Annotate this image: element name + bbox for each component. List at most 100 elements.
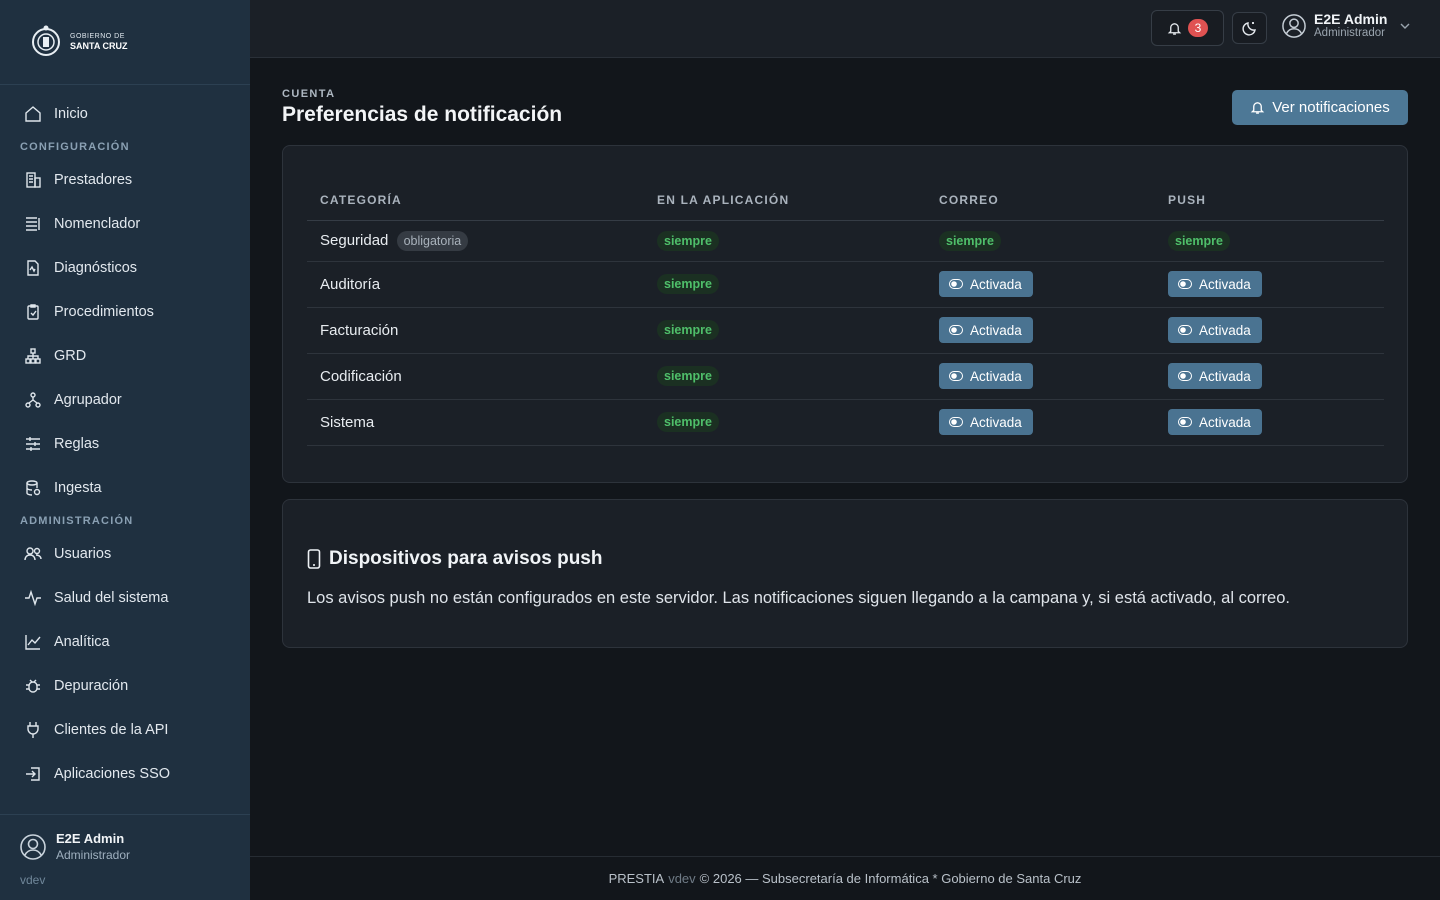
moon-icon	[1241, 22, 1256, 36]
toggle-on-icon	[1178, 417, 1192, 427]
push-cell: Activada	[1155, 353, 1384, 400]
sidebar-item-ingesta[interactable]: Ingesta	[0, 466, 250, 510]
always-badge: siempre	[657, 274, 719, 294]
chart-line-icon	[25, 635, 41, 650]
sidebar-item-inicio[interactable]: Inicio	[0, 92, 250, 136]
email-toggle[interactable]: Activada	[939, 271, 1033, 297]
home-icon	[25, 106, 41, 122]
user-avatar-icon	[1282, 14, 1306, 38]
brand-line2: SANTA CRUZ	[70, 41, 128, 51]
app-cell: siempre	[644, 220, 926, 262]
toggle-on-icon	[1178, 279, 1192, 289]
email-cell: siempre	[926, 220, 1155, 262]
sidebar-user[interactable]: E2E Admin Administrador	[20, 831, 130, 862]
notification-count-badge: 3	[1188, 19, 1208, 37]
sidebar-item-agrupador[interactable]: Agrupador	[0, 378, 250, 422]
section-configuracion: CONFIGURACIÓN	[20, 141, 130, 153]
push-devices-card: Dispositivos para avisos push Los avisos…	[282, 499, 1408, 648]
theme-toggle-button[interactable]	[1232, 12, 1267, 44]
push-devices-title: Dispositivos para avisos push	[307, 548, 602, 570]
notifications-button[interactable]: 3	[1151, 10, 1224, 46]
sidebar-item-label: Aplicaciones SSO	[54, 766, 171, 782]
always-badge: siempre	[657, 320, 719, 340]
file-pulse-icon	[27, 260, 39, 276]
toggle-label: Activada	[970, 368, 1022, 384]
push-toggle[interactable]: Activada	[1168, 409, 1262, 435]
push-cell: Activada	[1155, 399, 1384, 446]
sidebar-item-clientes-api[interactable]: Clientes de la API	[0, 708, 250, 752]
sidebar-user-name: E2E Admin	[56, 831, 125, 846]
sidebar-item-label: Reglas	[54, 436, 100, 452]
sidebar-item-diagnosticos[interactable]: Diagnósticos	[0, 246, 250, 290]
email-toggle[interactable]: Activada	[939, 317, 1033, 343]
always-badge: siempre	[1168, 230, 1230, 251]
col-header-app: EN LA APLICACIÓN	[644, 180, 926, 221]
sidebar-item-usuarios[interactable]: Usuarios	[0, 532, 250, 576]
col-header-categoria: CATEGORÍA	[307, 180, 644, 221]
category-cell: Facturación	[307, 307, 644, 354]
push-toggle[interactable]: Activada	[1168, 271, 1262, 297]
preferences-card: CATEGORÍA EN LA APLICACIÓN CORREO PUSH S…	[282, 145, 1408, 483]
user-menu[interactable]: E2E Admin Administrador	[1282, 11, 1411, 40]
toggle-label: Activada	[970, 414, 1022, 430]
push-cell: siempre	[1155, 220, 1384, 262]
sliders-icon	[26, 437, 40, 451]
table-row: Seguridad obligatoria siempre siempre si…	[307, 220, 1384, 262]
sidebar-item-label: GRD	[54, 348, 87, 364]
sidebar-item-label: Usuarios	[54, 546, 112, 562]
sidebar-item-procedimientos[interactable]: Procedimientos	[0, 290, 250, 334]
sidebar-item-label: Prestadores	[54, 172, 133, 188]
sidebar-item-label: Inicio	[54, 106, 88, 122]
footer-version: vdev	[668, 871, 696, 886]
push-toggle[interactable]: Activada	[1168, 363, 1262, 389]
toggle-on-icon	[949, 417, 963, 427]
footer-product: PRESTIA	[608, 871, 665, 886]
sidebar-item-label: Clientes de la API	[54, 722, 169, 738]
email-cell: Activada	[926, 353, 1155, 400]
push-cell: Activada	[1155, 261, 1384, 308]
sidebar-item-label: Nomenclador	[54, 216, 141, 232]
sidebar-item-label: Ingesta	[54, 480, 102, 496]
toggle-label: Activada	[970, 322, 1022, 338]
app-cell: siempre	[644, 399, 926, 446]
sidebar-item-depuracion[interactable]: Depuración	[0, 664, 250, 708]
toggle-label: Activada	[970, 276, 1022, 292]
category-cell: Codificación	[307, 353, 644, 400]
category-name: Sistema	[320, 413, 375, 431]
sidebar: GOBIERNO DE SANTA CRUZ Inicio CONFIGURAC…	[0, 0, 250, 900]
category-name: Codificación	[320, 367, 402, 385]
mandatory-badge: obligatoria	[396, 230, 469, 251]
push-toggle[interactable]: Activada	[1168, 317, 1262, 343]
app-cell: siempre	[644, 307, 926, 354]
view-notifications-button[interactable]: Ver notificaciones	[1232, 90, 1408, 125]
toggle-on-icon	[949, 371, 963, 381]
bell-icon	[1250, 102, 1265, 114]
push-devices-title-text: Dispositivos para avisos push	[329, 548, 603, 569]
page-eyebrow: CUENTA	[282, 88, 336, 100]
table-row: Auditoría siempre Activada Activada	[307, 261, 1384, 308]
email-cell: Activada	[926, 261, 1155, 308]
activity-icon	[25, 589, 41, 607]
sidebar-item-grd[interactable]: GRD	[0, 334, 250, 378]
email-cell: Activada	[926, 399, 1155, 446]
email-toggle[interactable]: Activada	[939, 409, 1033, 435]
toggle-label: Activada	[1199, 276, 1251, 292]
sidebar-item-analitica[interactable]: Analítica	[0, 620, 250, 664]
category-cell: Auditoría	[307, 261, 644, 308]
push-devices-message: Los avisos push no están configurados en…	[307, 589, 1290, 607]
sidebar-item-reglas[interactable]: Reglas	[0, 422, 250, 466]
bug-icon	[26, 679, 40, 693]
sidebar-item-prestadores[interactable]: Prestadores	[0, 158, 250, 202]
footer-copyright: © 2026 — Subsecretaría de Informática * …	[699, 871, 1082, 886]
database-icon	[26, 480, 41, 496]
email-toggle[interactable]: Activada	[939, 363, 1033, 389]
toggle-label: Activada	[1199, 322, 1251, 338]
table-row: Codificación siempre Activada Activada	[307, 353, 1384, 400]
toggle-on-icon	[949, 325, 963, 335]
brand-logo[interactable]: GOBIERNO DE SANTA CRUZ	[0, 0, 250, 85]
sidebar-item-salud[interactable]: Salud del sistema	[0, 576, 250, 620]
user-menu-role: Administrador	[1314, 27, 1385, 40]
sidebar-item-nomenclador[interactable]: Nomenclador	[0, 202, 250, 246]
push-cell: Activada	[1155, 307, 1384, 354]
sidebar-item-sso[interactable]: Aplicaciones SSO	[0, 752, 250, 796]
